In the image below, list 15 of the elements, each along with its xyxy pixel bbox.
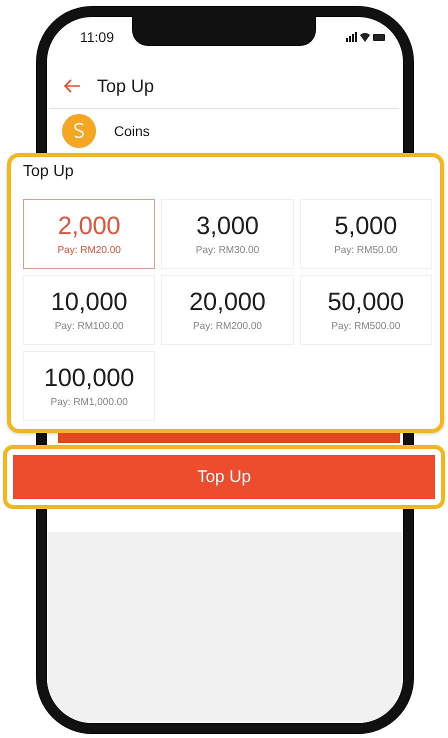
amount-option[interactable]: 10,000 Pay: RM100.00 — [23, 275, 156, 345]
amount-option[interactable]: 50,000 Pay: RM500.00 — [300, 275, 432, 345]
page-title: Top Up — [97, 76, 154, 96]
amount-option[interactable]: 20,000 Pay: RM200.00 — [161, 275, 294, 345]
status-icons — [346, 32, 386, 42]
amount-option[interactable]: 5,000 Pay: RM50.00 — [300, 199, 432, 269]
panel-title: Top Up — [23, 163, 75, 181]
amount-option[interactable]: 100,000 Pay: RM1,000.00 — [23, 351, 156, 421]
top-up-button[interactable]: Top Up — [13, 455, 435, 499]
status-time: 11:09 — [80, 29, 114, 45]
amount-option[interactable]: 2,000 Pay: RM20.00 — [23, 199, 156, 269]
back-arrow-icon[interactable] — [63, 79, 81, 93]
coin-icon — [62, 114, 96, 148]
amount-option[interactable]: 3,000 Pay: RM30.00 — [161, 199, 294, 269]
coins-label: Coins — [114, 123, 150, 139]
